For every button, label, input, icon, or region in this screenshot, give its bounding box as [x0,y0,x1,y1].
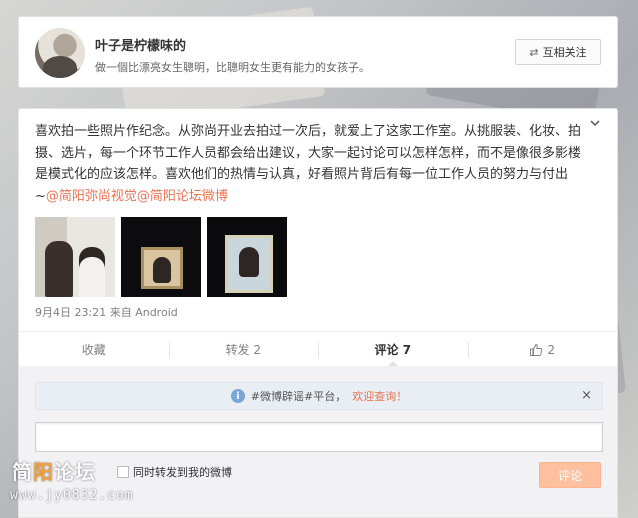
source-prefix: 来自 [109,306,132,319]
close-icon[interactable]: × [581,388,592,403]
post-source[interactable]: Android [135,306,178,319]
avatar[interactable] [35,28,85,78]
like-button[interactable]: 2 [467,332,618,367]
rumor-notice: i #微博辟谣#平台， 欢迎查询！ × [35,382,603,410]
repost-checkbox[interactable] [117,466,129,478]
post-time[interactable]: 9月4日 23:21 [35,306,106,319]
comment-button[interactable]: 评论 7 [318,332,468,367]
info-icon: i [230,389,245,403]
notice-text: #微博辟谣#平台， [250,390,347,403]
mutual-follow-icon: ⇄ [529,45,539,59]
photo-people-icon [79,247,105,297]
repost-button[interactable]: 转发 2 [168,332,319,367]
repost-label: 转发 2 [225,343,261,357]
mutual-follow-button[interactable]: ⇄ 互相关注 [515,39,601,65]
post-image[interactable] [35,217,115,297]
post-actions: 收藏 转发 2 评论 7 2 [19,331,617,367]
follow-label: 互相关注 [542,46,587,59]
like-count: 2 [547,342,556,357]
comment-label: 评论 7 [374,343,412,357]
watermark-logo: 简阳论坛 [12,460,96,484]
favorite-label: 收藏 [81,343,106,357]
profile-card: 叶子是柠檬味的 做一個比漂亮女生聰明，比聰明女生更有能力的女孩子。 ⇄ 互相关注 [18,16,618,88]
photo-portrait-icon [153,257,171,283]
notice-link[interactable]: 欢迎查询！ [352,388,407,404]
post-meta: 9月4日 23:21 来自 Android [35,304,178,320]
repost-checkbox-label: 同时转发到我的微博 [133,466,232,479]
profile-name[interactable]: 叶子是柠檬味的 [95,35,186,54]
post-text: 喜欢拍一些照片作纪念。从弥尚开业去拍过一次后，就爱上了这家工作室。从挑服装、化妆… [35,121,591,207]
photo-portrait-icon [239,247,259,277]
thumbs-up-icon [530,343,543,356]
comment-input[interactable] [35,422,603,452]
post-images [35,217,287,297]
repost-checkbox-row[interactable]: 同时转发到我的微博 [117,464,232,480]
photo-people-icon [45,241,73,297]
post-image[interactable] [207,217,287,297]
weibo-post: 喜欢拍一些照片作纪念。从弥尚开业去拍过一次后，就爱上了这家工作室。从挑服装、化妆… [18,108,618,367]
favorite-button[interactable]: 收藏 [19,332,169,367]
submit-comment-button[interactable]: 评论 [539,462,601,488]
mention-link[interactable]: @简阳弥尚视觉 [46,189,137,204]
watermark-url: www.jy0832.com [10,488,134,503]
post-image[interactable] [121,217,201,297]
profile-bio: 做一個比漂亮女生聰明，比聰明女生更有能力的女孩子。 [95,61,370,74]
mention-link[interactable]: @简阳论坛微博 [137,189,228,204]
